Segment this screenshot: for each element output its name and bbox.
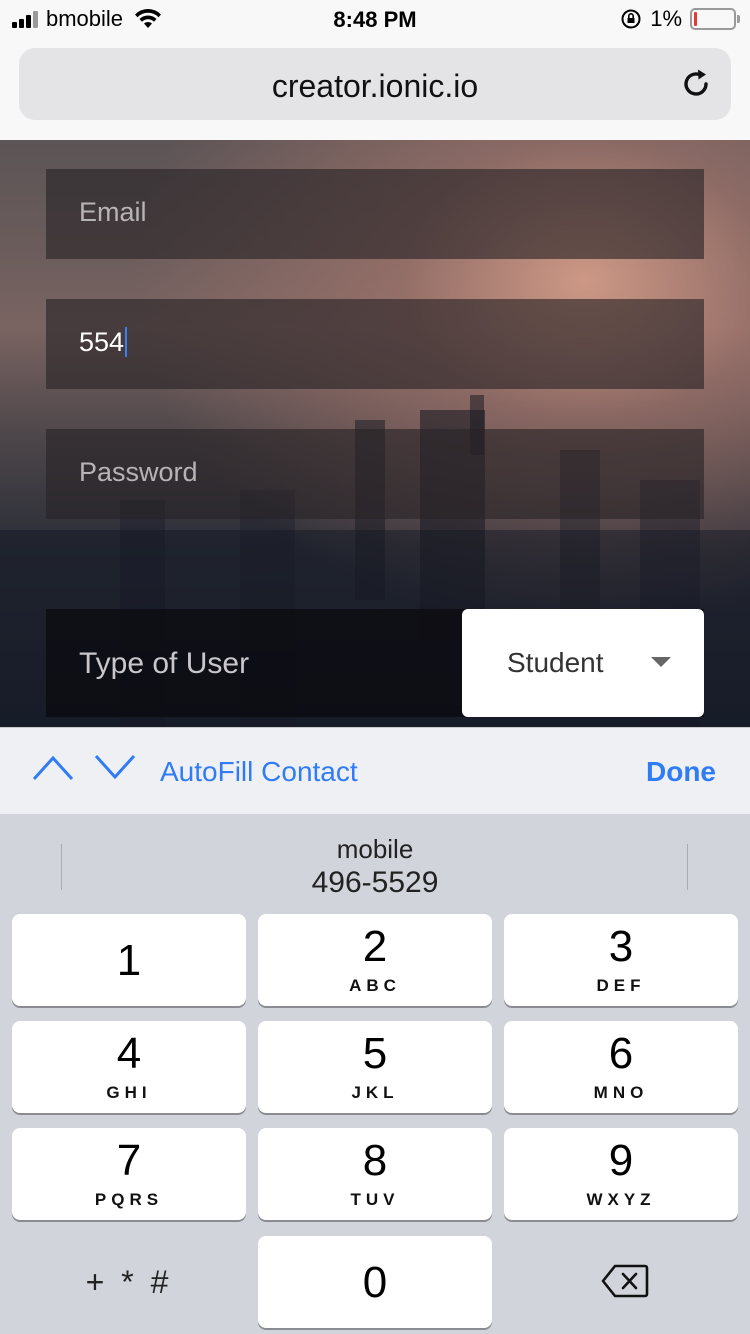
key-digit: 2 — [362, 922, 388, 971]
status-right: 1% — [620, 6, 740, 32]
key-digit: 9 — [608, 1136, 634, 1185]
key-0[interactable]: 0 — [258, 1236, 492, 1328]
email-placeholder: Email — [79, 197, 147, 227]
autofill-contact-button[interactable]: AutoFill Contact — [160, 756, 358, 788]
key-letters: WXYZ — [586, 1190, 656, 1209]
password-placeholder: Password — [79, 457, 198, 487]
key-letters: DEF — [596, 976, 646, 995]
email-field[interactable]: Email — [46, 169, 704, 259]
suggestion-label: mobile — [336, 834, 414, 864]
reload-icon[interactable] — [679, 66, 715, 102]
dropdown-arrow-icon — [651, 657, 671, 667]
key-7[interactable]: 7 PQRS — [12, 1128, 246, 1220]
key-digit: 0 — [362, 1258, 388, 1307]
user-type-row: Type of User Student — [46, 609, 704, 717]
key-digit: 6 — [608, 1029, 634, 1078]
battery-icon — [690, 8, 740, 30]
symbols-key[interactable]: + * # — [12, 1236, 246, 1328]
chevron-down-icon[interactable] — [94, 752, 136, 782]
key-letters: GHI — [106, 1083, 152, 1102]
phone-field[interactable]: 554 — [46, 299, 704, 389]
key-letters: PQRS — [94, 1190, 164, 1209]
key-digit: 1 — [116, 936, 142, 985]
backspace-icon — [601, 1264, 649, 1298]
phone-value: 554 — [79, 326, 128, 358]
delete-key[interactable] — [504, 1236, 738, 1328]
address-bar[interactable]: creator.ionic.io — [19, 48, 731, 120]
chevron-up-icon[interactable] — [32, 752, 74, 782]
symbols-key-label: + * # — [85, 1264, 173, 1300]
user-type-value: Student — [507, 647, 604, 678]
status-bar: bmobile 8:48 PM 1% — [0, 0, 750, 40]
key-3[interactable]: 3 DEF — [504, 914, 738, 1006]
key-2[interactable]: 2 ABC — [258, 914, 492, 1006]
orientation-lock-icon — [621, 9, 641, 29]
key-digit: 8 — [362, 1136, 388, 1185]
battery-percent: 1% — [650, 6, 682, 31]
key-digit: 7 — [116, 1136, 142, 1185]
key-letters: ABC — [349, 976, 401, 995]
key-6[interactable]: 6 MNO — [504, 1021, 738, 1113]
url-text[interactable]: creator.ionic.io — [19, 68, 731, 105]
page-content: Email 554 Password Type of User Student — [0, 140, 750, 727]
key-5[interactable]: 5 JKL — [258, 1021, 492, 1113]
done-button[interactable]: Done — [646, 756, 716, 788]
key-1[interactable]: 1 — [12, 914, 246, 1006]
key-digit: 5 — [362, 1029, 388, 1078]
user-type-label: Type of User — [79, 647, 250, 680]
quicktype-suggestion[interactable]: mobile 496-5529 — [0, 814, 750, 910]
key-digit: 3 — [608, 922, 634, 971]
key-4[interactable]: 4 GHI — [12, 1021, 246, 1113]
keyboard-accessory-bar: AutoFill Contact Done — [0, 727, 750, 814]
suggestion-value: 496-5529 — [311, 866, 439, 899]
user-type-select[interactable]: Student — [462, 609, 704, 717]
key-9[interactable]: 9 WXYZ — [504, 1128, 738, 1220]
browser-toolbar: creator.ionic.io — [0, 40, 750, 140]
password-field[interactable]: Password — [46, 429, 704, 519]
key-8[interactable]: 8 TUV — [258, 1128, 492, 1220]
key-letters: TUV — [350, 1190, 400, 1209]
key-digit: 4 — [116, 1029, 142, 1078]
numeric-keypad: mobile 496-5529 1 2 ABC 3 DEF 4 GHI 5 JKL 6 MNO 7 PQ… — [0, 814, 750, 1334]
text-caret — [125, 326, 128, 357]
key-letters: MNO — [593, 1083, 649, 1102]
key-letters: JKL — [351, 1083, 399, 1102]
